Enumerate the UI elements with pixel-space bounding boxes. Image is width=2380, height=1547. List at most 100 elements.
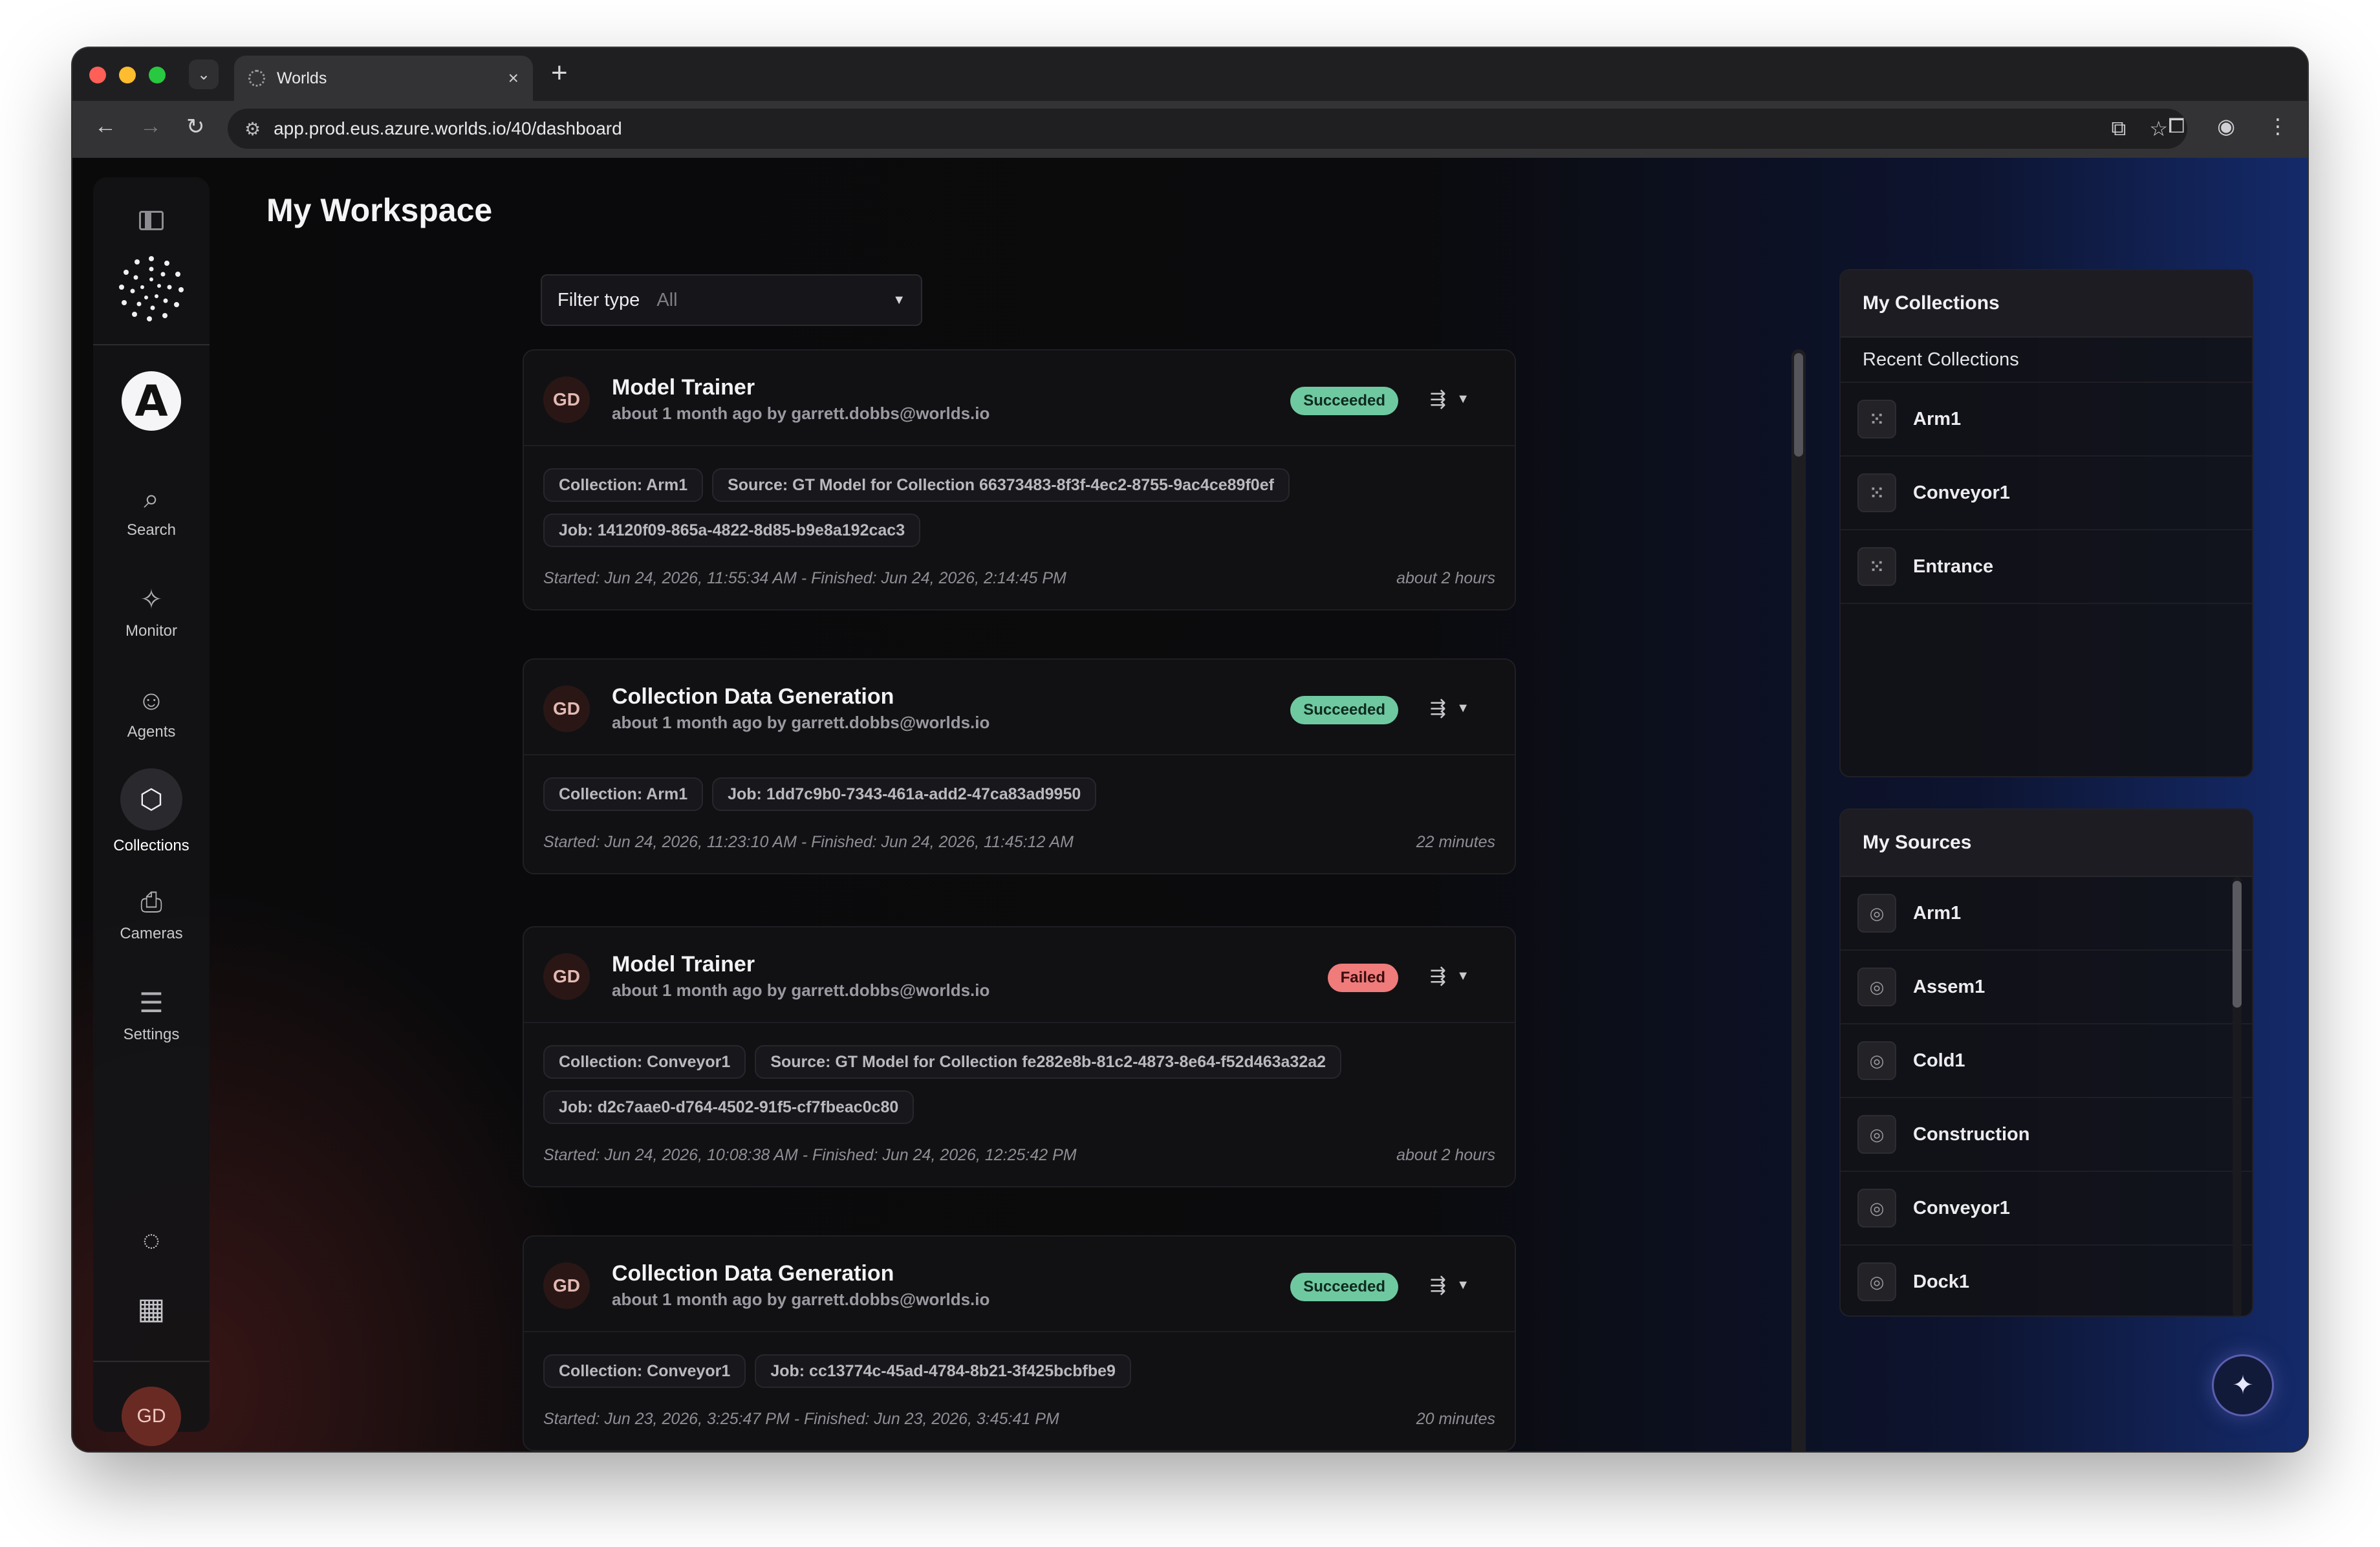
job-duration: about 2 hours bbox=[1396, 568, 1495, 587]
camera-icon: ◎ bbox=[1857, 1115, 1896, 1154]
search-icon: ⌕ bbox=[144, 483, 159, 514]
kebab-menu-icon[interactable]: ⋮ bbox=[2267, 114, 2288, 138]
sliders-icon: ☰ bbox=[139, 988, 164, 1018]
rail-divider bbox=[93, 1361, 210, 1362]
actions-icon[interactable]: ⇶ bbox=[1430, 697, 1446, 720]
job-tag[interactable]: Job: d2c7aae0-d764-4502-91f5-cf7fbeac0c8… bbox=[543, 1090, 914, 1124]
rail-item-search[interactable]: ⌕ Search bbox=[93, 481, 210, 539]
status-badge: Failed bbox=[1327, 964, 1398, 992]
caret-down-icon[interactable]: ▼ bbox=[1456, 1278, 1469, 1293]
collection-tag[interactable]: Collection: Arm1 bbox=[543, 777, 704, 811]
assistant-sparkle-button[interactable]: ✦ bbox=[2212, 1354, 2274, 1416]
collections-icon: ⬡ bbox=[120, 768, 182, 830]
org-avatar[interactable]: A bbox=[122, 371, 181, 431]
tab-search-button[interactable]: ⌄ bbox=[189, 60, 219, 89]
maximize-window-button[interactable] bbox=[149, 67, 166, 83]
source-tag[interactable]: Source: GT Model for Collection fe282e8b… bbox=[755, 1045, 1342, 1079]
filter-label: Filter type bbox=[557, 289, 640, 310]
user-avatar[interactable]: GD bbox=[122, 1387, 181, 1446]
collection-tag[interactable]: Collection: Conveyor1 bbox=[543, 1354, 746, 1388]
sidebar-collapse-icon[interactable] bbox=[139, 211, 164, 230]
job-tag[interactable]: Job: 14120f09-865a-4822-8d85-b9e8a192cac… bbox=[543, 514, 921, 547]
address-bar[interactable]: ⚙ app.prod.eus.azure.worlds.io/40/dashbo… bbox=[228, 109, 2187, 149]
camera-icon: ◎ bbox=[1857, 1189, 1896, 1228]
collection-tag[interactable]: Collection: Conveyor1 bbox=[543, 1045, 746, 1079]
site-settings-icon[interactable]: ⚙ bbox=[244, 118, 261, 140]
job-title[interactable]: Collection Data Generation bbox=[612, 1261, 894, 1286]
building-icon[interactable]: ▦ bbox=[136, 1291, 167, 1326]
job-timing: Started: Jun 24, 2026, 10:08:38 AM - Fin… bbox=[543, 1145, 1077, 1164]
loading-circle-icon[interactable]: ◌ bbox=[136, 1222, 167, 1257]
job-title[interactable]: Model Trainer bbox=[612, 952, 755, 977]
source-item[interactable]: ◎ Arm1 bbox=[1841, 877, 2252, 951]
forward-arrow-icon[interactable]: → bbox=[140, 114, 162, 139]
job-timing: Started: Jun 23, 2026, 3:25:47 PM - Fini… bbox=[543, 1409, 1059, 1428]
worlds-logo-icon bbox=[119, 256, 184, 321]
collection-item[interactable]: ⁙ Entrance bbox=[1841, 530, 2252, 604]
rail-item-agents[interactable]: ☺ Agents bbox=[93, 683, 210, 741]
rail-item-cameras[interactable]: ⎙ Cameras bbox=[93, 885, 210, 943]
camera-icon: ◎ bbox=[1857, 1262, 1896, 1301]
source-item[interactable]: ◎ Assem1 bbox=[1841, 951, 2252, 1024]
filter-value: All bbox=[656, 289, 678, 310]
close-icon[interactable]: × bbox=[508, 68, 519, 89]
caret-down-icon[interactable]: ▼ bbox=[1456, 701, 1469, 716]
collection-item[interactable]: ⁙ Conveyor1 bbox=[1841, 457, 2252, 530]
extensions-icon[interactable]: ⧠ bbox=[2168, 114, 2185, 138]
page-title: My Workspace bbox=[266, 192, 493, 228]
job-subtitle: about 1 month ago by garrett.dobbs@world… bbox=[612, 980, 990, 1000]
job-title[interactable]: Model Trainer bbox=[612, 375, 755, 400]
rail-item-settings[interactable]: ☰ Settings bbox=[93, 986, 210, 1044]
actions-icon[interactable]: ⇶ bbox=[1430, 1274, 1446, 1297]
source-item[interactable]: ◎ Cold1 bbox=[1841, 1024, 2252, 1098]
reload-icon[interactable]: ↻ bbox=[186, 114, 205, 140]
job-card: GD Collection Data Generation about 1 mo… bbox=[523, 1235, 1516, 1451]
back-arrow-icon[interactable]: ← bbox=[94, 114, 116, 139]
job-tag[interactable]: Job: 1dd7c9b0-7343-461a-add2-47ca83ad995… bbox=[712, 777, 1097, 811]
grid-dots-icon: ⁙ bbox=[1857, 547, 1896, 586]
camera-icon: ◎ bbox=[1857, 1041, 1896, 1080]
job-title[interactable]: Collection Data Generation bbox=[612, 684, 894, 709]
actions-icon[interactable]: ⇶ bbox=[1430, 965, 1446, 988]
source-item[interactable]: ◎ Dock1 bbox=[1841, 1246, 2252, 1315]
install-app-icon[interactable]: ⧉ bbox=[2111, 116, 2126, 141]
filter-type-select[interactable]: Filter type All ▼ bbox=[541, 274, 922, 326]
collection-tag[interactable]: Collection: Arm1 bbox=[543, 468, 704, 502]
monitor-icon: ✧ bbox=[140, 584, 163, 614]
profile-icon[interactable]: ◉ bbox=[2217, 114, 2235, 138]
my-collections-panel: My Collections Recent Collections ⁙ Arm1… bbox=[1839, 269, 2253, 777]
actions-icon[interactable]: ⇶ bbox=[1430, 388, 1446, 411]
minimize-window-button[interactable] bbox=[119, 67, 136, 83]
status-badge: Succeeded bbox=[1290, 387, 1398, 415]
sources-scrollbar[interactable] bbox=[2233, 877, 2242, 1315]
status-badge: Succeeded bbox=[1290, 696, 1398, 724]
source-tag[interactable]: Source: GT Model for Collection 66373483… bbox=[712, 468, 1290, 502]
source-item[interactable]: ◎ Construction bbox=[1841, 1098, 2252, 1172]
app-root: A ⌕ Search ✧ Monitor ☺ Agents ⬡ Collecti… bbox=[72, 158, 2308, 1451]
url-text: app.prod.eus.azure.worlds.io/40/dashboar… bbox=[274, 118, 622, 138]
robot-icon: ☺ bbox=[137, 685, 166, 715]
collection-item[interactable]: ⁙ Arm1 bbox=[1841, 383, 2252, 457]
browser-tab[interactable]: Worlds × bbox=[234, 56, 533, 101]
job-tag[interactable]: Job: cc13774c-45ad-4784-8b21-3f425bcbfbe… bbox=[755, 1354, 1131, 1388]
scrollbar-thumb[interactable] bbox=[2233, 881, 2242, 1008]
caret-down-icon[interactable]: ▼ bbox=[1456, 969, 1469, 984]
panel-title: My Collections bbox=[1841, 270, 2252, 338]
creator-avatar: GD bbox=[543, 1262, 590, 1309]
camera-icon: ◎ bbox=[1857, 894, 1896, 933]
close-window-button[interactable] bbox=[89, 67, 106, 83]
rail-item-monitor[interactable]: ✧ Monitor bbox=[93, 582, 210, 640]
source-item[interactable]: ◎ Conveyor1 bbox=[1841, 1172, 2252, 1246]
new-tab-button[interactable]: + bbox=[551, 57, 568, 89]
scrollbar-thumb[interactable] bbox=[1794, 353, 1803, 457]
creator-avatar: GD bbox=[543, 953, 590, 1000]
job-duration: about 2 hours bbox=[1396, 1145, 1495, 1164]
feed-scrollbar[interactable] bbox=[1791, 349, 1806, 1451]
bookmark-star-icon[interactable]: ☆ bbox=[2149, 116, 2168, 141]
creator-avatar: GD bbox=[543, 376, 590, 423]
rail-item-collections[interactable]: ⬡ Collections bbox=[93, 768, 210, 855]
caret-down-icon[interactable]: ▼ bbox=[1456, 392, 1469, 407]
loading-spinner-icon bbox=[248, 70, 265, 87]
chevron-down-icon: ⌄ bbox=[197, 65, 211, 83]
tab-bar: ⌄ Worlds × + bbox=[72, 48, 2308, 101]
